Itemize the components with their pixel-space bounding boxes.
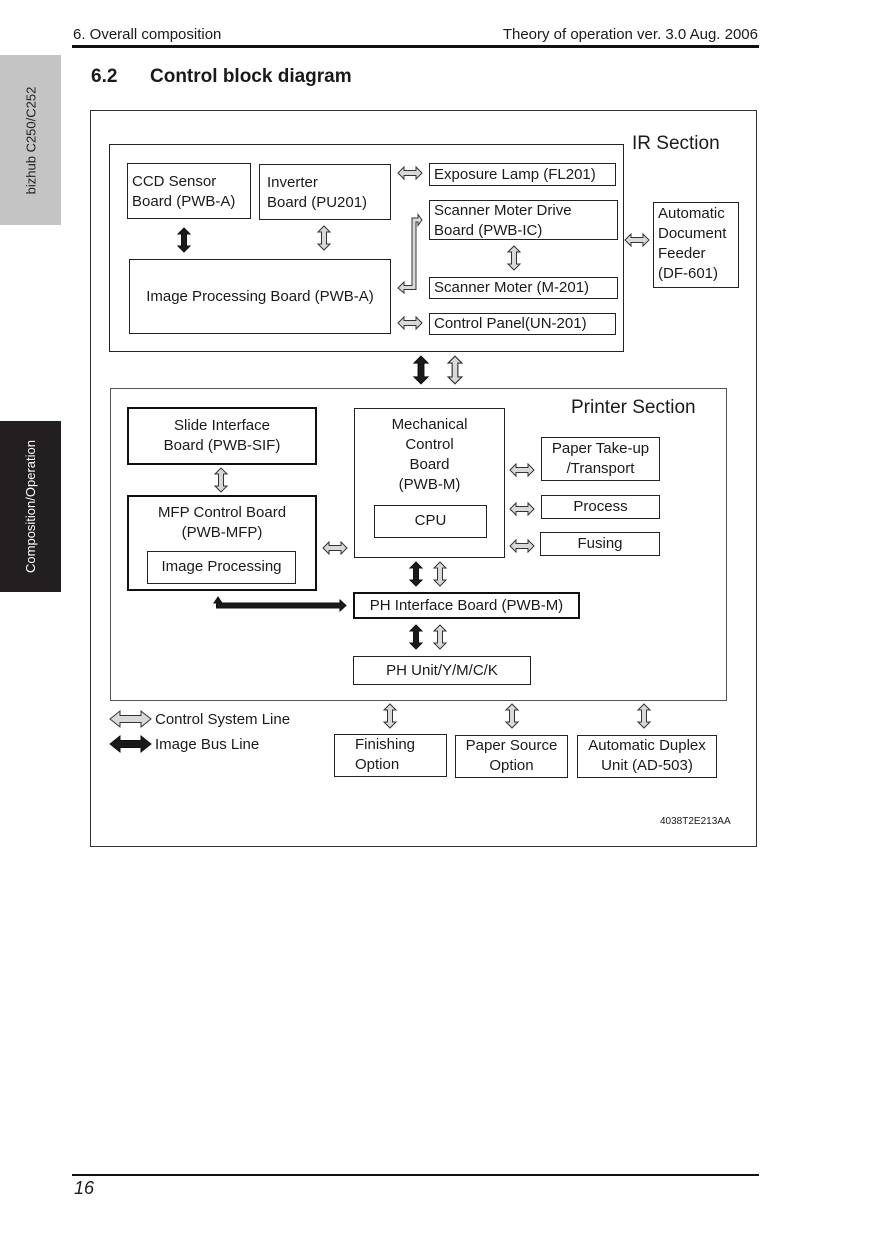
slide-interface-board: Slide Interface Board (PWB-SIF)	[127, 407, 317, 465]
header-chapter: 6. Overall composition	[73, 26, 222, 43]
scanner-motor-label: Scanner Moter (M-201)	[434, 279, 590, 296]
automatic-duplex-unit: Automatic Duplex Unit (AD-503)	[577, 735, 717, 778]
legend-control-line-label: Control System Line	[155, 711, 291, 728]
scanner-drive-line-2: Board (PWB-IC)	[434, 222, 543, 239]
automatic-document-feeder: Automatic Document Feeder (DF-601)	[653, 202, 739, 288]
figure-code: 4038T2E213AA	[660, 816, 731, 827]
ph-unit: PH Unit/Y/M/C/K	[353, 656, 531, 685]
side-tab-category: Composition/Operation	[0, 421, 61, 592]
mech-line-3: Board	[409, 456, 450, 473]
side-tab-category-label: Composition/Operation	[23, 440, 38, 573]
scanner-drive-line-1: Scanner Moter Drive	[434, 202, 572, 219]
scanner-motor: Scanner Moter (M-201)	[429, 277, 618, 299]
ph-interface-label: PH Interface Board (PWB-M)	[369, 597, 564, 614]
fusing-box: Fusing	[540, 532, 660, 556]
fusing-label: Fusing	[577, 535, 623, 552]
inverter-line-2: Board (PU201)	[267, 194, 368, 211]
takeup-line-2: /Transport	[566, 460, 635, 477]
mfp-image-processing: Image Processing	[147, 551, 296, 584]
side-tab-model-label: bizhub C250/C252	[23, 86, 39, 194]
sif-line-2: Board (PWB-SIF)	[163, 437, 281, 454]
ccd-line-2: Board (PWB-A)	[132, 193, 236, 210]
mech-line-2: Control	[405, 436, 454, 453]
mech-line-1: Mechanical	[391, 416, 468, 433]
paper-source-line-1: Paper Source	[465, 737, 558, 754]
duplex-line-1: Automatic Duplex	[588, 737, 706, 754]
inverter-board: Inverter Board (PU201)	[259, 164, 391, 220]
exposure-lamp: Exposure Lamp (FL201)	[429, 163, 616, 186]
paper-source-line-2: Option	[489, 757, 534, 774]
ph-interface-board: PH Interface Board (PWB-M)	[353, 592, 580, 619]
ph-unit-label: PH Unit/Y/M/C/K	[386, 662, 498, 679]
adf-line-4: (DF-601)	[658, 265, 719, 282]
adf-line-2: Document	[658, 225, 727, 242]
adf-line-1: Automatic	[658, 205, 725, 222]
image-processing-board: Image Processing Board (PWB-A)	[129, 259, 391, 334]
mfp-line-2: (PWB-MFP)	[181, 524, 263, 541]
page-number: 16	[74, 1178, 95, 1198]
header-rule	[72, 45, 759, 48]
mech-line-4: (PWB-M)	[398, 476, 461, 493]
mfp-line-1: MFP Control Board	[157, 504, 287, 521]
section-number: 6.2	[91, 66, 118, 87]
side-tab-model: bizhub C250/C252	[0, 55, 61, 225]
control-panel: Control Panel(UN-201)	[429, 313, 616, 335]
legend-image-bus-label: Image Bus Line	[155, 736, 260, 753]
cpu-box: CPU	[374, 505, 487, 538]
paper-takeup-transport: Paper Take-up /Transport	[541, 437, 660, 481]
section-title: Control block diagram	[150, 66, 352, 87]
duplex-line-2: Unit (AD-503)	[601, 757, 693, 774]
control-panel-label: Control Panel(UN-201)	[434, 315, 587, 332]
finishing-line-2: Option	[355, 756, 400, 773]
process-label: Process	[573, 498, 628, 515]
paper-source-option: Paper Source Option	[455, 735, 568, 778]
ccd-sensor-board: CCD Sensor Board (PWB-A)	[127, 163, 251, 219]
image-processing-label: Image Processing Board (PWB-A)	[146, 288, 374, 305]
sif-line-1: Slide Interface	[174, 417, 270, 434]
process-box: Process	[541, 495, 660, 519]
exposure-lamp-label: Exposure Lamp (FL201)	[434, 166, 596, 183]
ir-section-label: IR Section	[632, 133, 720, 154]
cpu-label: CPU	[414, 512, 447, 529]
takeup-line-1: Paper Take-up	[551, 440, 650, 457]
printer-section-label: Printer Section	[571, 397, 696, 418]
header-doc-title: Theory of operation ver. 3.0 Aug. 2006	[502, 26, 758, 43]
ccd-line-1: CCD Sensor	[132, 173, 217, 190]
inverter-line-1: Inverter	[267, 174, 318, 191]
finishing-line-1: Finishing	[355, 736, 416, 753]
finishing-option: Finishing Option	[334, 734, 447, 777]
mfp-image-processing-label: Image Processing	[161, 558, 282, 575]
footer-rule	[72, 1174, 759, 1176]
scanner-motor-drive-board: Scanner Moter Drive Board (PWB-IC)	[429, 200, 618, 240]
adf-line-3: Feeder	[658, 245, 706, 262]
